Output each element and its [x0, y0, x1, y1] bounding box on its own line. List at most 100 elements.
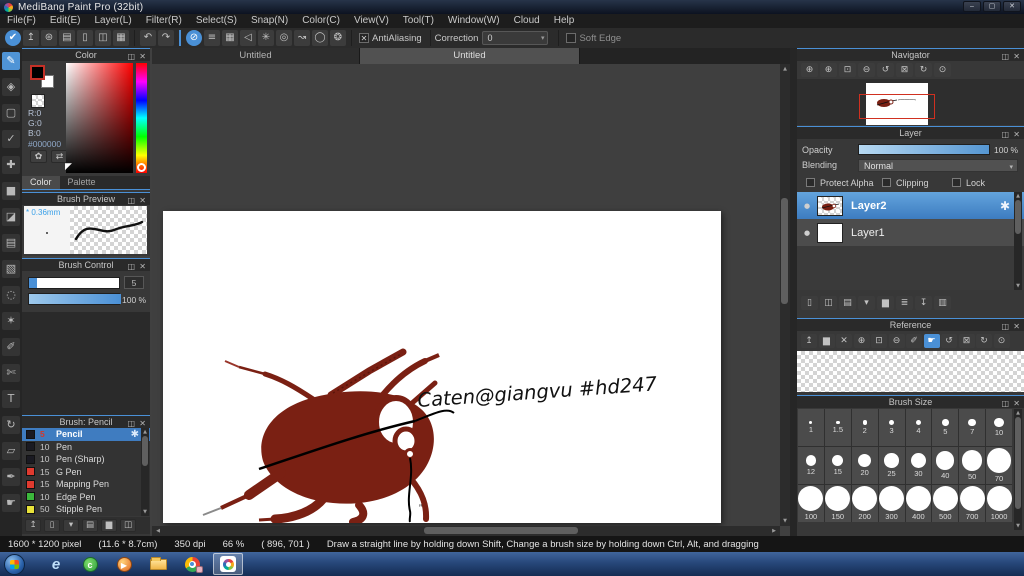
ref-clear-icon[interactable]: ✕: [836, 333, 852, 348]
save-icon[interactable]: ✔: [5, 30, 21, 46]
layer-property-icon[interactable]: ▤: [839, 296, 856, 310]
comment-icon[interactable]: ▤: [59, 30, 75, 46]
scroll-up-icon[interactable]: ▲: [141, 429, 149, 435]
menu-item[interactable]: Color(C): [295, 14, 347, 28]
brush-size-cell[interactable]: 150: [824, 485, 851, 522]
brush-list-item[interactable]: 5 Pencil ✱: [22, 428, 150, 441]
rotate-right-icon[interactable]: ↻: [915, 63, 932, 77]
brush-size-cell[interactable]: 25: [878, 447, 905, 484]
antialiasing-checkbox[interactable]: ✕: [359, 33, 369, 43]
popout-icon[interactable]: ◫: [1001, 128, 1009, 141]
layer-folder-icon[interactable]: ▆: [877, 296, 894, 310]
close-icon[interactable]: ✕: [139, 260, 146, 273]
duplicate-brush-icon[interactable]: ◫: [120, 519, 136, 532]
ref-cloud-icon[interactable]: ↥: [801, 333, 817, 348]
add-layer-menu-icon[interactable]: ▾: [858, 296, 875, 310]
scroll-thumb[interactable]: [1015, 200, 1021, 234]
snap-vanishing-icon[interactable]: ◁: [240, 30, 256, 46]
opacity-slider[interactable]: [858, 144, 990, 155]
brush-list-item[interactable]: 50 Stipple Pen ✱: [22, 503, 150, 516]
brush-size-cell[interactable]: 20: [851, 447, 878, 484]
new-brush-icon[interactable]: ▯: [44, 519, 60, 532]
undo-icon[interactable]: ↶: [140, 30, 156, 46]
close-icon[interactable]: ✕: [1013, 320, 1020, 333]
zoom-in-icon[interactable]: ⊕: [820, 63, 837, 77]
taskbar-chrome[interactable]: [175, 553, 209, 575]
brush-tool[interactable]: ✎: [2, 52, 20, 70]
snap-grid-icon[interactable]: ▦: [222, 30, 238, 46]
ref-zoom-out-icon[interactable]: ⊖: [888, 333, 905, 348]
scroll-up-icon[interactable]: ▲: [1014, 193, 1022, 199]
menu-item[interactable]: Filter(R): [139, 14, 189, 28]
brush-size-cell[interactable]: 300: [878, 485, 905, 522]
scroll-thumb[interactable]: [1015, 417, 1021, 509]
drawing-canvas[interactable]: Caten@giangvu #hd247: [163, 211, 721, 526]
layer-list-scrollbar[interactable]: ▲ ▼: [1014, 192, 1022, 290]
zoom-fit-icon[interactable]: ⊡: [839, 63, 856, 77]
close-icon[interactable]: ✕: [139, 50, 146, 63]
brush-size-cell[interactable]: 40: [932, 447, 959, 484]
correction-dropdown[interactable]: 0 ▾: [482, 31, 549, 45]
brush-list-item[interactable]: 10 Pen ✱: [22, 441, 150, 454]
edit-brush-icon[interactable]: ▤: [82, 519, 98, 532]
brush-size-cell[interactable]: 2: [851, 409, 878, 446]
bucket-tool[interactable]: ◪: [2, 208, 20, 226]
protect-alpha-checkbox[interactable]: [806, 178, 815, 187]
clipping-checkbox[interactable]: [882, 178, 891, 187]
menu-item[interactable]: File(F): [0, 14, 43, 28]
brush-size-cell[interactable]: 12: [798, 447, 824, 484]
popout-icon[interactable]: ◫: [127, 260, 135, 273]
snap-settings-icon[interactable]: ❂: [330, 30, 346, 46]
select-tool[interactable]: ▧: [2, 260, 20, 278]
brush-size-slider[interactable]: [28, 277, 120, 289]
menu-item[interactable]: Edit(E): [43, 14, 88, 28]
divide-tool[interactable]: ▱: [2, 442, 20, 460]
ref-rotate-right-icon[interactable]: ↻: [976, 333, 992, 348]
brush-size-cell[interactable]: 70: [986, 447, 1012, 484]
move-tool[interactable]: ✚: [2, 156, 20, 174]
scroll-down-icon[interactable]: ▼: [1014, 283, 1022, 289]
brush-list-item[interactable]: 15 G Pen ✱: [22, 466, 150, 479]
document-icon[interactable]: ▯: [77, 30, 93, 46]
brush-list-item[interactable]: 10 Pen (Sharp) ✱: [22, 453, 150, 466]
add-brush-menu-icon[interactable]: ▾: [63, 519, 79, 532]
scroll-up-icon[interactable]: ▲: [1014, 410, 1022, 416]
brush-folder-icon[interactable]: ▆: [101, 519, 117, 532]
lock-icon[interactable]: ⊙: [934, 63, 951, 77]
brush-size-cell[interactable]: 50: [959, 447, 986, 484]
delete-layer-icon[interactable]: ▥: [934, 296, 951, 310]
scroll-down-icon[interactable]: ▼: [780, 518, 790, 524]
cloud-brush-icon[interactable]: ↥: [25, 519, 41, 532]
new-layer-icon[interactable]: ▯: [801, 296, 818, 310]
hand-tool[interactable]: ☛: [2, 494, 20, 512]
scroll-thumb[interactable]: [424, 527, 578, 534]
scroll-thumb[interactable]: [142, 436, 148, 466]
control-point-tool[interactable]: ✓: [2, 130, 20, 148]
layer-row-layer2[interactable]: ● Layer2 ✱: [797, 192, 1024, 219]
visibility-icon[interactable]: ●: [797, 202, 817, 210]
scroll-down-icon[interactable]: ▼: [141, 509, 149, 515]
shape-brush-tool[interactable]: ▢: [2, 104, 20, 122]
brush-size-cell[interactable]: 30: [905, 447, 932, 484]
visibility-icon[interactable]: ●: [797, 229, 817, 237]
close-icon[interactable]: ✕: [1013, 50, 1020, 63]
brush-size-cell[interactable]: 200: [851, 485, 878, 522]
transparent-color-swatch[interactable]: [31, 94, 45, 108]
transfer-layer-icon[interactable]: ↧: [915, 296, 932, 310]
material-icon[interactable]: ▦: [113, 30, 129, 46]
taskbar-ie[interactable]: e: [39, 553, 73, 575]
canvas-vertical-scrollbar[interactable]: ▲ ▼: [780, 64, 790, 526]
brush-opacity-slider[interactable]: [28, 293, 121, 305]
ref-zoom-fit-icon[interactable]: ⊡: [871, 333, 887, 348]
zoom-out-icon[interactable]: ⊖: [858, 63, 875, 77]
reference-canvas[interactable]: [797, 351, 1024, 392]
fill-rect-tool[interactable]: ■: [2, 182, 20, 200]
magic-wand-tool[interactable]: ✶: [2, 312, 20, 330]
scroll-up-icon[interactable]: ▲: [780, 66, 790, 72]
menu-item[interactable]: Tool(T): [396, 14, 441, 28]
export-icon[interactable]: ↥: [23, 30, 39, 46]
ref-folder-icon[interactable]: ▆: [818, 333, 835, 348]
menu-item[interactable]: Snap(N): [244, 14, 295, 28]
scroll-thumb[interactable]: [781, 198, 788, 304]
snap-curve-icon[interactable]: ↝: [294, 30, 310, 46]
